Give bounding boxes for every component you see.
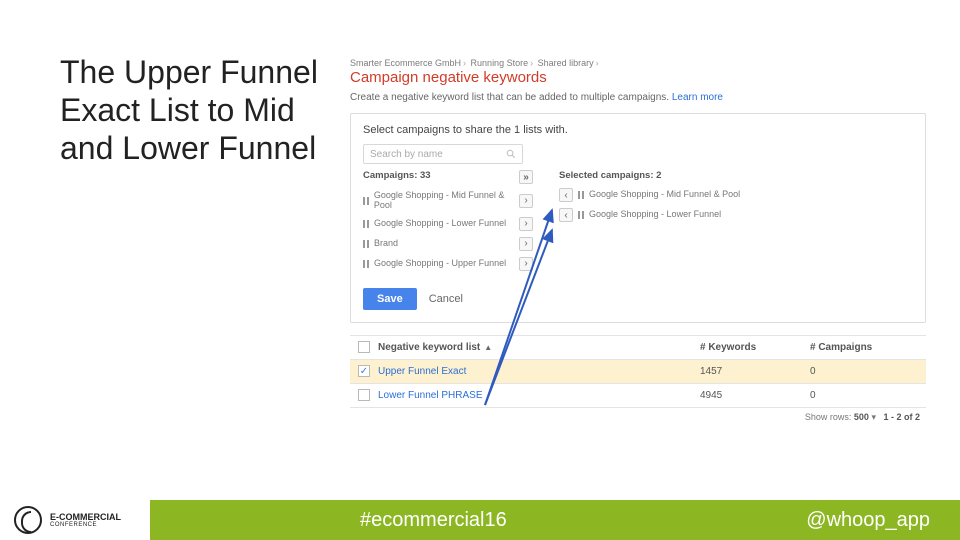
conference-logo: E-COMMERCIAL CONFERENCE: [0, 500, 150, 540]
remove-button[interactable]: ‹: [559, 188, 573, 202]
table-footer: Show rows: 500 ▾ 1 - 2 of 2: [350, 407, 926, 423]
share-dialog: Select campaigns to share the 1 lists wi…: [350, 113, 926, 323]
col-keywords[interactable]: # Keywords: [700, 342, 810, 353]
table-header-row: Negative keyword list ▲ # Keywords # Camp…: [350, 335, 926, 359]
breadcrumb: Smarter Ecommerce GmbH› Running Store› S…: [350, 58, 926, 68]
hashtag: #ecommercial16: [360, 509, 507, 532]
campaign-name: Google Shopping - Mid Funnel & Pool: [589, 190, 740, 200]
campaigns-count: 0: [810, 390, 920, 401]
add-button[interactable]: ›: [519, 257, 533, 271]
campaign-item[interactable]: Google Shopping - Upper Funnel ›: [363, 254, 533, 274]
search-placeholder: Search by name: [370, 149, 443, 160]
available-count: Campaigns: 33: [363, 170, 431, 184]
slide-title: The Upper Funnel Exact List to Mid and L…: [60, 54, 330, 167]
campaign-name: Google Shopping - Upper Funnel: [374, 259, 506, 269]
twitter-handle: @whoop_app: [806, 509, 930, 532]
select-all-checkbox[interactable]: [358, 341, 370, 353]
campaign-item[interactable]: Brand ›: [363, 234, 533, 254]
logo-line2: CONFERENCE: [50, 522, 121, 528]
dropdown-icon[interactable]: ▾: [871, 412, 876, 422]
campaign-name: Brand: [374, 239, 398, 249]
learn-more-link[interactable]: Learn more: [672, 92, 723, 103]
add-button[interactable]: ›: [519, 237, 533, 251]
save-button[interactable]: Save: [363, 288, 417, 310]
selected-item[interactable]: ‹ Google Shopping - Lower Funnel: [559, 205, 749, 225]
dialog-title: Select campaigns to share the 1 lists wi…: [363, 124, 913, 136]
logo-line1: E-COMMERCIAL: [50, 513, 121, 522]
add-button[interactable]: ›: [519, 217, 533, 231]
table-row[interactable]: ✓ Upper Funnel Exact 1457 0: [350, 359, 926, 383]
campaign-item[interactable]: Google Shopping - Mid Funnel & Pool ›: [363, 188, 533, 214]
available-campaigns-column: Campaigns: 33 » Google Shopping - Mid Fu…: [363, 170, 533, 274]
description-text: Create a negative keyword list that can …: [350, 92, 669, 103]
pause-icon: [363, 260, 369, 268]
selected-count: Selected campaigns: 2: [559, 170, 661, 181]
keyword-list-table: Negative keyword list ▲ # Keywords # Camp…: [350, 335, 926, 423]
list-name-link[interactable]: Upper Funnel Exact: [378, 366, 700, 377]
page-range: 1 - 2 of 2: [883, 412, 920, 422]
slide-footer: E-COMMERCIAL CONFERENCE #ecommercial16 @…: [0, 500, 960, 540]
pause-icon: [363, 240, 369, 248]
pause-icon: [578, 191, 584, 199]
search-input[interactable]: Search by name: [363, 144, 523, 164]
show-rows-label: Show rows:: [805, 412, 852, 422]
keywords-count: 4945: [700, 390, 810, 401]
campaigns-count: 0: [810, 366, 920, 377]
remove-button[interactable]: ‹: [559, 208, 573, 222]
crumb-1[interactable]: Smarter Ecommerce GmbH: [350, 58, 461, 68]
crumb-3[interactable]: Shared library: [538, 58, 594, 68]
adwords-panel: Smarter Ecommerce GmbH › Running Store › S…: [350, 58, 926, 423]
add-all-button[interactable]: »: [519, 170, 533, 184]
selected-item[interactable]: ‹ Google Shopping - Mid Funnel & Pool: [559, 185, 749, 205]
search-icon: [506, 149, 516, 159]
campaign-item[interactable]: Google Shopping - Lower Funnel ›: [363, 214, 533, 234]
selected-campaigns-column: Selected campaigns: 2 ‹ Google Shopping -…: [559, 170, 749, 274]
crumb-2[interactable]: Running Store: [471, 58, 529, 68]
pause-icon: [578, 211, 584, 219]
list-name-link[interactable]: Lower Funnel PHRASE: [378, 390, 700, 401]
sort-asc-icon: ▲: [484, 343, 492, 352]
row-checkbox[interactable]: ✓: [358, 365, 370, 377]
page-title: Campaign negative keywords: [350, 69, 926, 86]
pause-icon: [363, 197, 369, 205]
col-campaigns[interactable]: # Campaigns: [810, 342, 920, 353]
table-row[interactable]: Lower Funnel PHRASE 4945 0: [350, 383, 926, 407]
campaign-name: Google Shopping - Lower Funnel: [374, 219, 506, 229]
col-name[interactable]: Negative keyword list: [378, 342, 480, 353]
add-button[interactable]: ›: [519, 194, 533, 208]
pause-icon: [363, 220, 369, 228]
rows-per-page[interactable]: 500: [854, 412, 869, 422]
logo-mark-icon: [14, 506, 42, 534]
keywords-count: 1457: [700, 366, 810, 377]
campaign-name: Google Shopping - Mid Funnel & Pool: [374, 191, 514, 211]
page-description: Create a negative keyword list that can …: [350, 92, 926, 103]
cancel-button[interactable]: Cancel: [429, 293, 463, 305]
campaign-name: Google Shopping - Lower Funnel: [589, 210, 721, 220]
row-checkbox[interactable]: [358, 389, 370, 401]
